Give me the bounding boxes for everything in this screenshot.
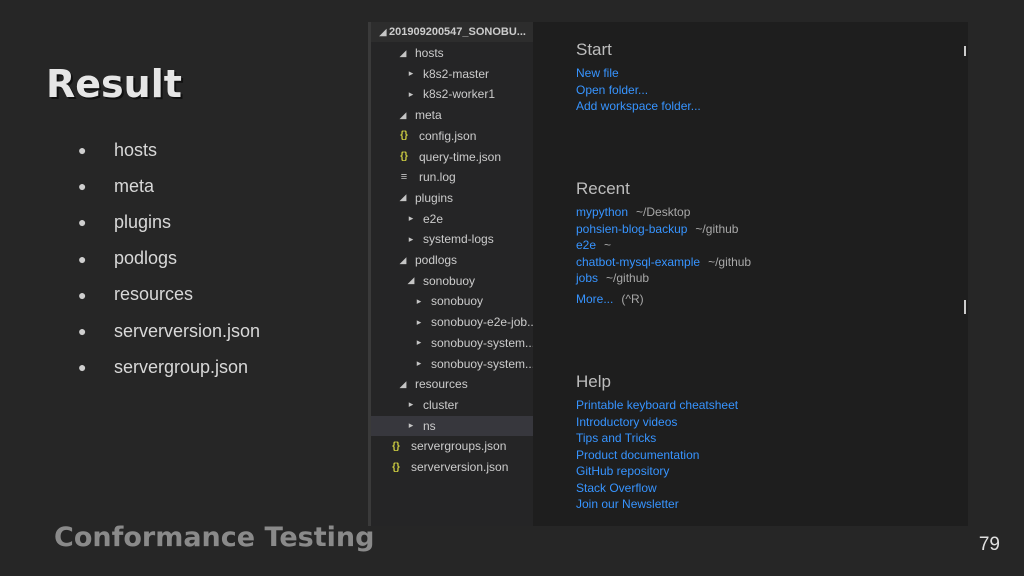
intro-videos-link[interactable]: Introductory videos [576,415,677,429]
chevron-down-icon: ◢ [399,378,407,389]
bullet-item: ● servergroup.json [78,356,249,377]
tree-item[interactable]: {} config.json [371,126,559,146]
chevron-right-icon: ▸ [408,420,414,431]
tree-item[interactable]: ◢ podlogs [371,250,559,270]
footer-title: Conformance Testing [54,522,375,553]
chevron-right-icon: ▸ [408,233,414,244]
tree-item[interactable]: ◢ meta [371,105,559,125]
vscode-screenshot: ◢ 201909200547_SONOBU... ◢ hosts ▸ k8s2-mas… [368,22,968,526]
product-docs-link[interactable]: Product documentation [576,448,699,462]
recent-item[interactable]: chatbot-mysql-example ~/github [576,255,751,269]
tree-item[interactable]: {} serverversion.json [371,457,551,477]
newsletter-link[interactable]: Join our Newsletter [576,497,679,511]
bullet-dot-icon: ● [78,359,87,376]
tree-item[interactable]: ◢ plugins [371,188,559,208]
new-file-link[interactable]: New file [576,66,619,80]
tree-item[interactable]: {} query-time.json [371,147,559,167]
help-heading: Help [576,372,611,391]
bullet-dot-icon: ● [78,323,87,340]
tree-item[interactable]: ≡ run.log [371,167,559,187]
json-file-icon: {} [392,440,400,452]
welcome-page: Start New file Open folder... Add worksp… [533,22,968,526]
chevron-right-icon: ▸ [416,295,422,306]
add-workspace-folder-link[interactable]: Add workspace folder... [576,99,701,113]
bullet-dot-icon: ● [78,250,87,267]
bullet-dot-icon: ● [78,214,87,231]
bullet-dot-icon: ● [78,286,87,303]
recent-heading: Recent [576,179,630,198]
explorer-root-folder[interactable]: ◢ 201909200547_SONOBU... [371,22,539,42]
chevron-down-icon: ◢ [379,26,387,37]
page-number: 79 [978,534,1000,555]
stack-overflow-link[interactable]: Stack Overflow [576,481,657,495]
bullet-item: ● meta [78,175,155,196]
recent-item[interactable]: pohsien-blog-backup ~/github [576,222,738,236]
scrollbar-mark [964,300,966,314]
chevron-right-icon: ▸ [408,399,414,410]
json-file-icon: {} [400,151,408,162]
bullet-item: ● hosts [78,139,158,160]
recent-item[interactable]: jobs ~/github [576,271,649,285]
recent-item[interactable]: mypython ~/Desktop [576,205,690,219]
scrollbar-mark [964,46,966,56]
chevron-right-icon: ▸ [416,358,422,368]
chevron-down-icon: ◢ [399,254,407,265]
bullet-dot-icon: ● [78,142,87,159]
bullet-dot-icon: ● [78,178,87,195]
tree-item[interactable]: ◢ hosts [371,43,559,63]
chevron-down-icon: ◢ [407,275,415,286]
tips-tricks-link[interactable]: Tips and Tricks [576,431,656,445]
chevron-right-icon: ▸ [416,316,422,327]
chevron-right-icon: ▸ [408,88,414,99]
recent-item[interactable]: e2e ~ [576,238,611,252]
tree-item[interactable]: {} servergroups.json [371,436,551,456]
slide-title: Result [46,62,182,106]
start-heading: Start [576,40,612,59]
more-recent-link[interactable]: More... (^R) [576,292,644,306]
chevron-down-icon: ◢ [399,109,407,120]
chevron-down-icon: ◢ [399,192,407,203]
chevron-right-icon: ▸ [416,337,422,348]
chevron-right-icon: ▸ [408,213,414,224]
open-folder-link[interactable]: Open folder... [576,83,648,97]
keyboard-cheatsheet-link[interactable]: Printable keyboard cheatsheet [576,398,738,412]
json-file-icon: {} [400,130,408,142]
bullet-list: ● hosts ● meta ● plugins ● podlogs ● resource… [78,132,260,385]
bullet-item: ● plugins [78,211,172,232]
file-explorer: ◢ 201909200547_SONOBU... ◢ hosts ▸ k8s2-mas… [368,22,567,526]
log-file-icon: ≡ [400,171,408,184]
chevron-right-icon: ▸ [408,68,414,79]
json-file-icon: {} [392,461,400,473]
bullet-item: ● resources [78,284,194,305]
bullet-item: ● podlogs [78,248,178,269]
tree-item[interactable]: ◢ resources [371,374,559,394]
chevron-down-icon: ◢ [399,47,407,58]
bullet-item: ● serverversion.json [78,320,261,341]
github-repo-link[interactable]: GitHub repository [576,464,669,478]
